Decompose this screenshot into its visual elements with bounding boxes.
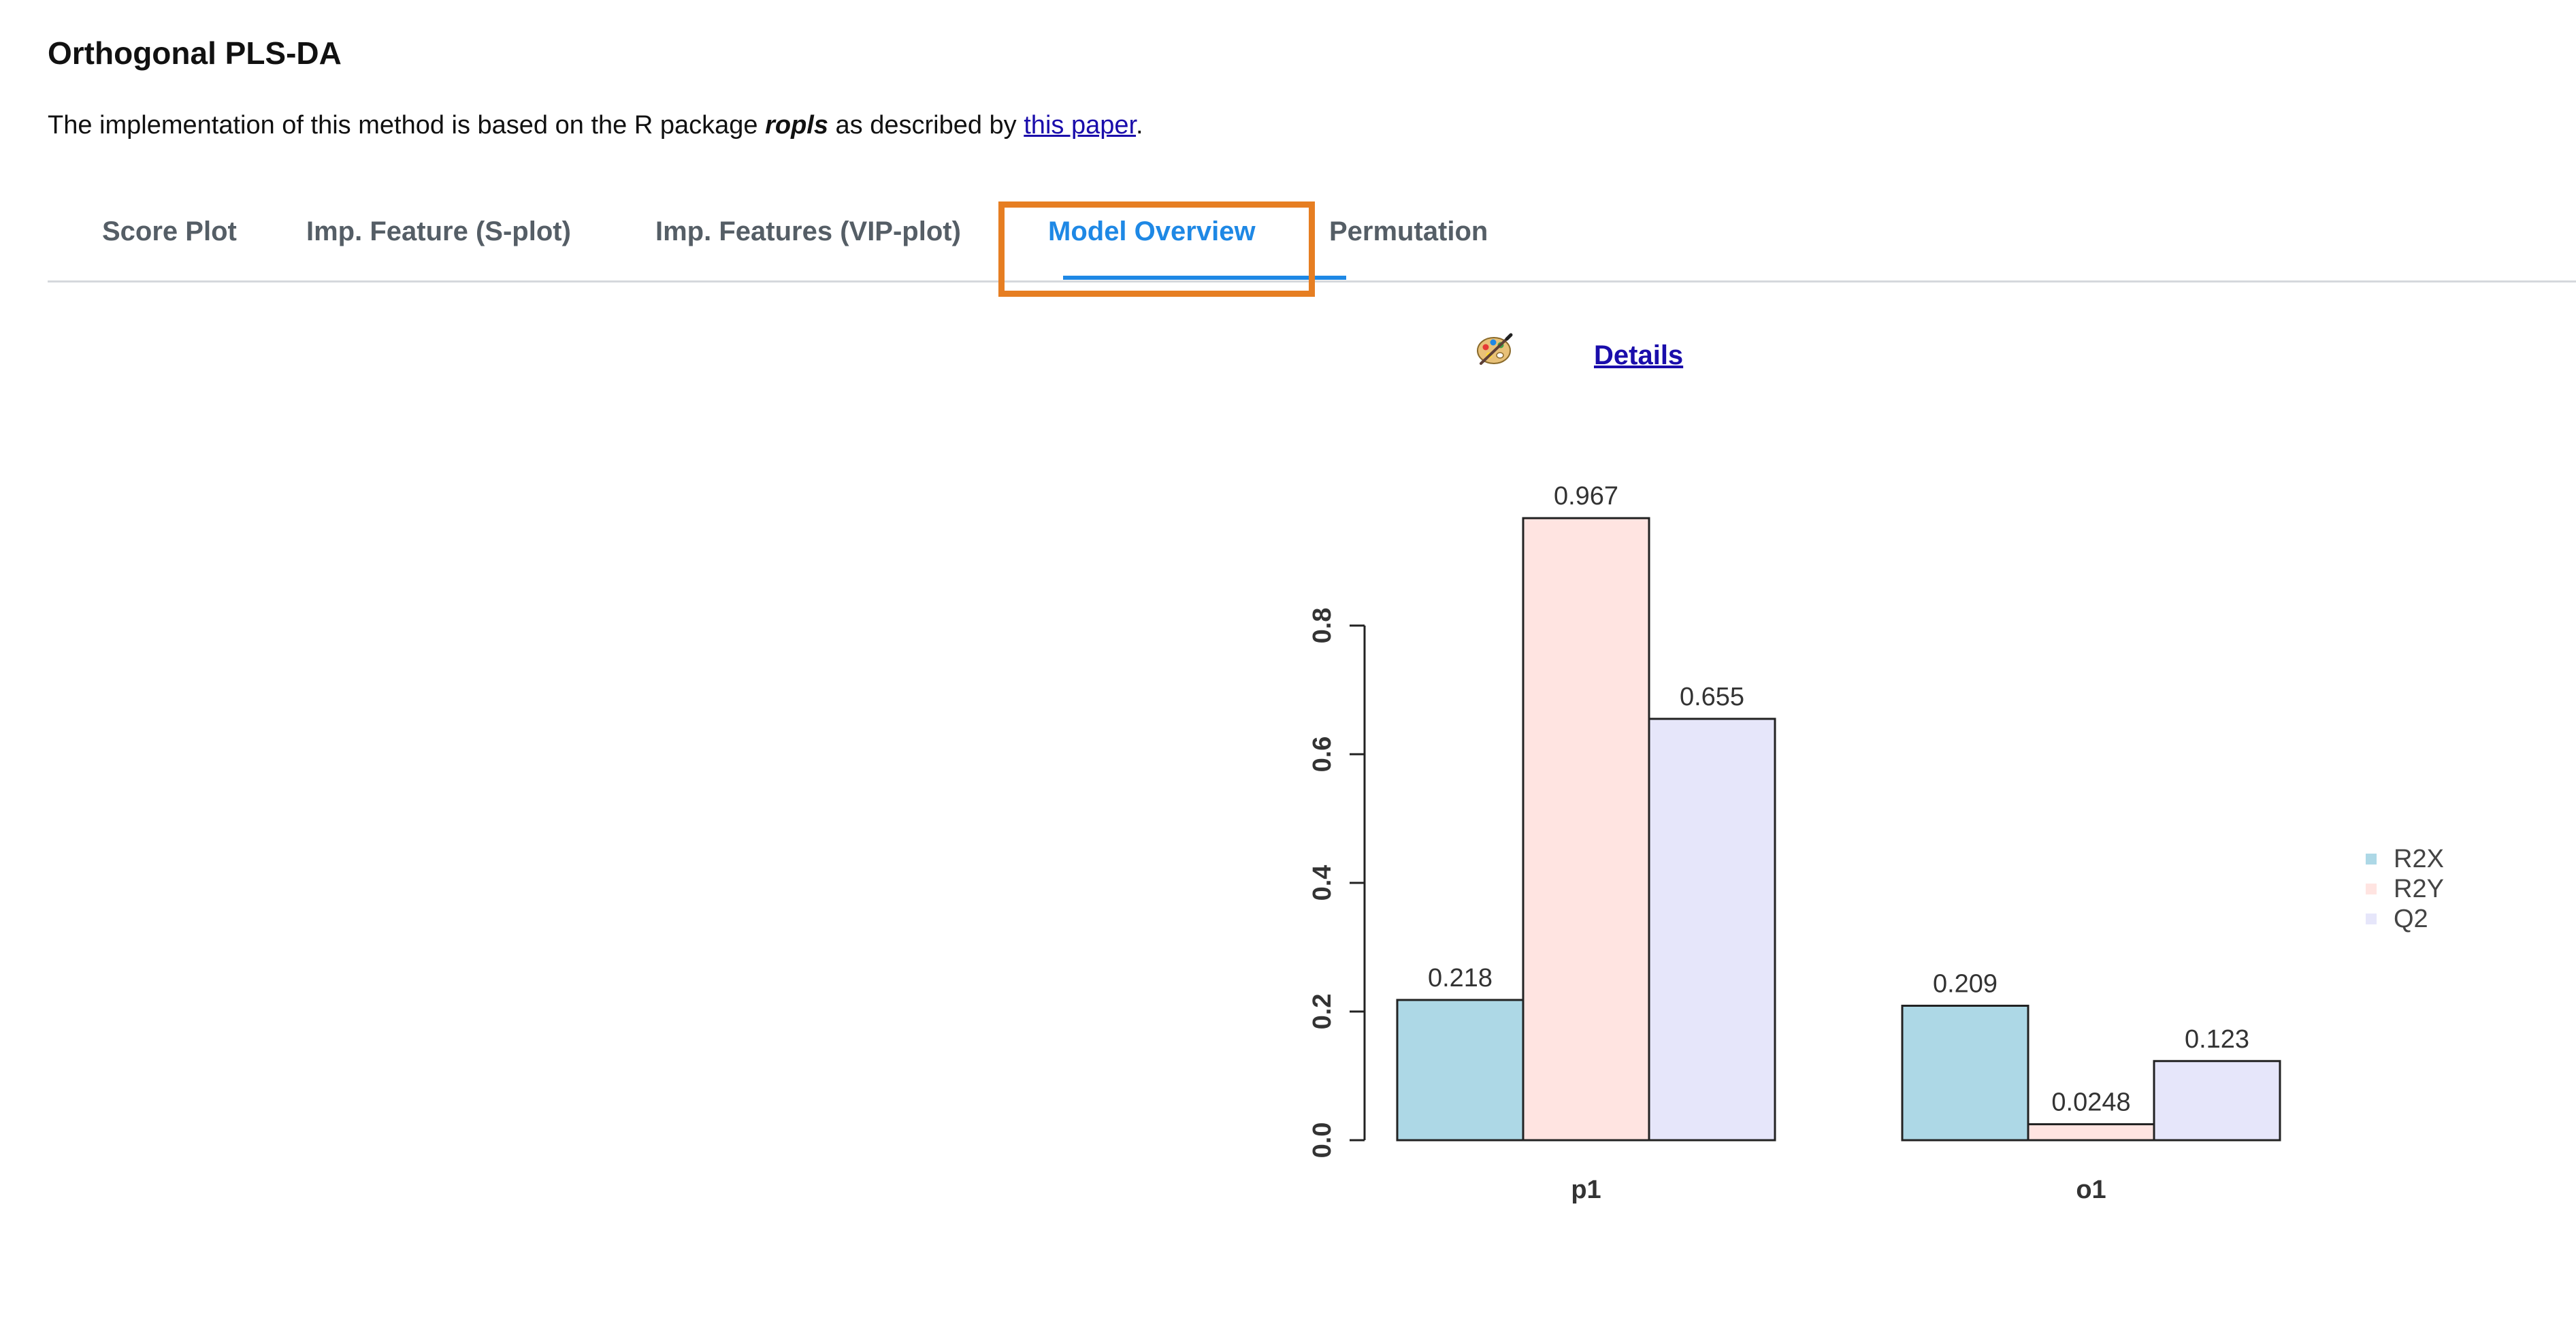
bar-value-label: 0.967 [1554,482,1618,511]
legend-swatch-r2x [2366,854,2377,865]
x-category-label: o1 [2076,1176,2106,1204]
intro-text: The implementation of this method is bas… [48,108,1143,143]
tab-model-overview[interactable]: Model Overview [1048,214,1256,249]
tab-bar: Score Plot Imp. Feature (S-plot) Imp. Fe… [48,184,2576,282]
active-tab-indicator [1063,276,1346,280]
model-overview-chart: 0.0 0.2 0.4 0.6 0.8 0.218 0.967 0.655 p1 0.209 0.0… [1266,436,2464,1253]
bar-p1-R2X [1396,999,1525,1142]
y-tick-label: 0.4 [1308,865,1337,901]
bar-value-label: 0.123 [2185,1025,2249,1054]
tab-vip-plot[interactable]: Imp. Features (VIP-plot) [655,214,961,249]
details-link[interactable]: Details [1594,338,1683,373]
bar-value-label: 0.209 [1933,969,1998,998]
palette-icon[interactable] [1476,332,1515,368]
bar-value-label: 0.655 [1680,683,1744,711]
intro-middle: as described by [835,111,1017,140]
package-name: ropls [765,111,828,140]
bar-o1-Q2 [2153,1060,2281,1142]
bar-p1-Q2 [1648,717,1776,1142]
tab-score-plot[interactable]: Score Plot [102,214,237,249]
bar-p1-R2Y [1522,517,1650,1142]
bar-value-label: 0.218 [1428,964,1493,992]
page-title: Orthogonal PLS-DA [48,35,342,71]
legend-item-r2y: R2Y [2362,874,2471,904]
y-tick-label: 0.0 [1308,1122,1337,1159]
legend-swatch-r2y [2366,884,2377,894]
legend-label-r2x: R2X [2394,845,2444,873]
y-tick-label: 0.2 [1308,994,1337,1030]
legend-swatch-q2 [2366,914,2377,924]
paper-link[interactable]: this paper [1024,111,1136,140]
bar-value-label: 0.0248 [2051,1088,2130,1117]
intro-prefix: The implementation of this method is bas… [48,111,758,140]
bar-o1-R2Y [2027,1123,2155,1142]
x-category-label: p1 [1571,1176,1601,1204]
legend-label-r2y: R2Y [2394,875,2444,903]
tab-s-plot[interactable]: Imp. Feature (S-plot) [306,214,571,249]
legend-item-r2x: R2X [2362,844,2471,874]
intro-suffix: . [1136,111,1143,140]
tab-permutation[interactable]: Permutation [1329,214,1488,249]
chart-legend: R2X R2Y Q2 [2362,844,2471,934]
bar-chart-svg: 0.0 0.2 0.4 0.6 0.8 0.218 0.967 0.655 p1 0.209 0.0… [1308,482,2281,1204]
legend-item-q2: Q2 [2362,904,2471,934]
y-tick-label: 0.6 [1308,737,1337,773]
bar-o1-R2X [1901,1004,2029,1142]
legend-label-q2: Q2 [2394,905,2428,933]
y-tick-label: 0.8 [1308,608,1337,644]
